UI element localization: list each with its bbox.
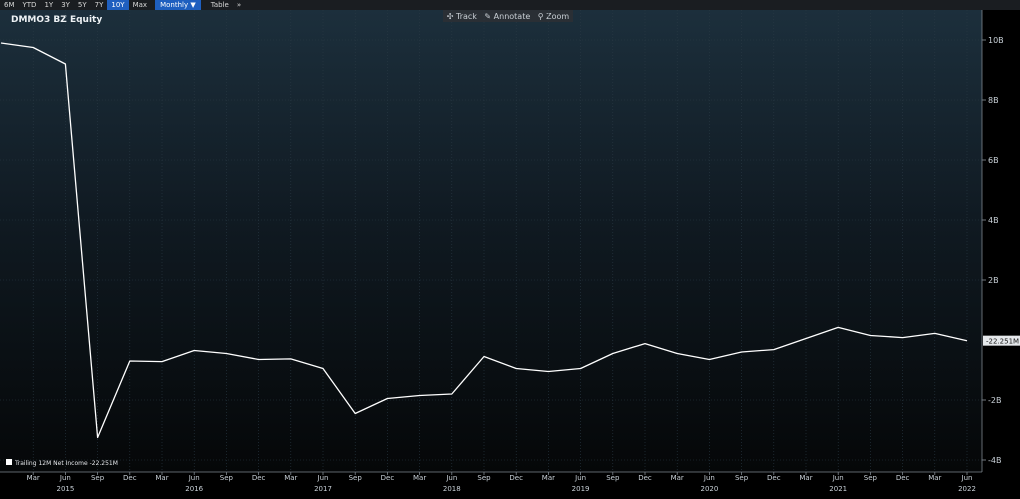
x-tick-label: Dec [509, 474, 523, 482]
x-year-label: 2017 [314, 485, 332, 493]
x-tick-label: Mar [799, 474, 812, 482]
x-tick-label: Jun [961, 474, 973, 482]
legend-swatch [6, 459, 12, 465]
x-tick-label: Jun [832, 474, 844, 482]
x-tick-label: Mar [542, 474, 555, 482]
x-tick-label: Mar [413, 474, 426, 482]
x-year-label: 2018 [443, 485, 461, 493]
y-tick-label: 2B [988, 276, 999, 285]
y-tick-label: 6B [988, 156, 999, 165]
x-tick-label: Dec [896, 474, 910, 482]
y-tick-label: -4B [988, 456, 1001, 465]
x-tick-label: Jun [445, 474, 457, 482]
x-year-label: 2020 [700, 485, 718, 493]
x-tick-label: Sep [477, 474, 491, 482]
last-value-label: -22.251M [986, 338, 1019, 346]
x-tick-label: Mar [155, 474, 168, 482]
x-tick-label: Sep [349, 474, 363, 482]
x-tick-label: Sep [606, 474, 620, 482]
x-tick-label: Sep [220, 474, 234, 482]
legend-label: Trailing 12M Net Income -22.251M [14, 460, 118, 467]
x-tick-label: Mar [928, 474, 941, 482]
y-tick-label: 8B [988, 96, 999, 105]
x-tick-label: Dec [123, 474, 137, 482]
x-tick-label: Jun [188, 474, 200, 482]
x-tick-label: Sep [735, 474, 749, 482]
x-tick-label: Jun [59, 474, 71, 482]
series-line [0, 42, 968, 439]
x-year-label: 2022 [958, 485, 976, 493]
y-tick-label: 4B [988, 216, 999, 225]
x-year-label: 2015 [56, 485, 74, 493]
x-year-label: 2021 [829, 485, 847, 493]
x-tick-label: Mar [284, 474, 297, 482]
x-tick-label: Sep [91, 474, 105, 482]
x-tick-label: Dec [381, 474, 395, 482]
x-year-label: 2019 [572, 485, 590, 493]
line-chart: 10B 8B 6B 4B 2B -2B -4B Mar Jun Sep Dec Mar Jun Sep De… [0, 10, 1020, 493]
y-tick-label: -2B [988, 396, 1001, 405]
x-tick-label: Jun [317, 474, 329, 482]
x-tick-label: Dec [638, 474, 652, 482]
x-tick-label: Jun [574, 474, 586, 482]
x-tick-label: Sep [864, 474, 878, 482]
x-tick-label: Dec [252, 474, 266, 482]
x-tick-label: Dec [767, 474, 781, 482]
x-year-label: 2016 [185, 485, 203, 493]
x-tick-label: Mar [27, 474, 40, 482]
x-tick-label: Jun [703, 474, 715, 482]
y-tick-label: 10B [988, 36, 1004, 45]
x-tick-label: Mar [671, 474, 684, 482]
